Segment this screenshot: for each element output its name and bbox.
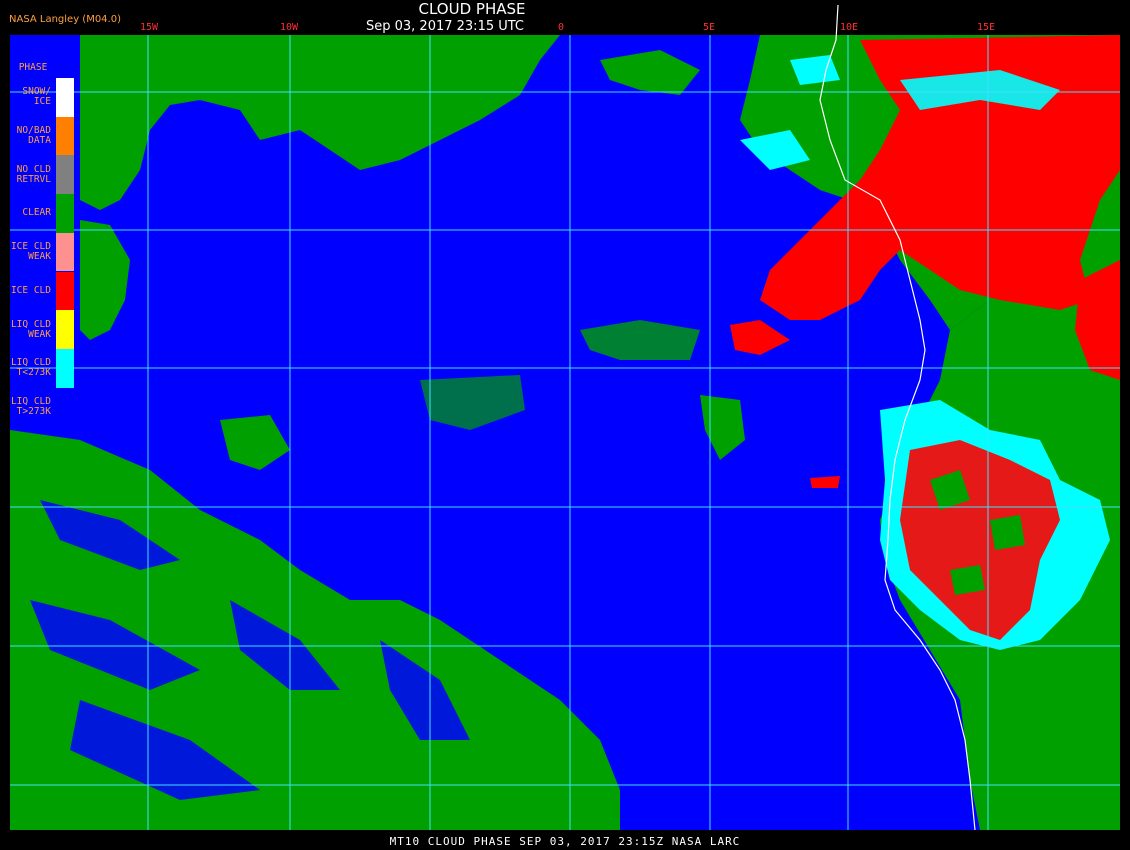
legend-item-label: SNOW/ ICE [22,86,51,108]
legend-item-swatch [56,194,74,233]
cloud-phase-map [10,4,1120,831]
map-title: CLOUD PHASE [418,0,526,18]
legend-item-label: LIQ CLD WEAK [10,318,51,340]
lon-label-15w: 15W [140,22,159,33]
lon-label-10e: 10E [840,22,859,33]
legend-item-label: ICE CLD WEAK [10,241,51,263]
lon-label-0: 0 [558,22,565,33]
lon-label-10w: 10W [280,22,299,33]
legend-item-swatch [56,387,74,427]
lon-label-5e: 5E [703,22,716,33]
legend-item-swatch [56,310,74,349]
legend-item: LIQ CLD T>273K [9,387,75,427]
legend-item: NO CLD RETRVL [9,155,75,195]
legend-item: NO/BAD DATA [9,116,75,156]
map-datetime: Sep 03, 2017 23:15 UTC [365,19,525,34]
legend-title: PHASE [18,62,48,73]
legend-item-label: LIQ CLD T>273K [10,395,51,417]
legend-item: ICE CLD WEAK [9,232,75,272]
legend-item: CLEAR [9,194,75,233]
legend-item-label: ICE CLD [10,284,51,296]
legend-item: LIQ CLD T<273K [9,348,75,388]
legend-item: SNOW/ ICE [9,78,75,117]
legend-item-swatch [56,271,74,311]
legend-item-swatch [56,232,74,272]
legend-item: ICE CLD [9,271,75,311]
legend-item-swatch [56,78,74,117]
lon-label-15e: 15E [977,22,996,33]
legend-item-label: NO/BAD DATA [16,125,51,147]
legend-item: LIQ CLD WEAK [9,310,75,349]
footer-caption: MT10 CLOUD PHASE SEP 03, 2017 23:15Z NAS… [389,835,741,848]
legend-item-swatch [56,116,74,156]
ice-cloud-small [810,476,840,488]
legend-item-label: LIQ CLD T<273K [10,357,51,379]
legend-item-swatch [56,348,74,388]
legend-item-label: NO CLD RETRVL [16,163,51,185]
legend-item-label: CLEAR [22,207,51,219]
phase-legend: PHASE SNOW/ ICE NO/BAD DATA NO CLD RETRVL C… [9,57,75,432]
legend-item-swatch [56,155,74,195]
